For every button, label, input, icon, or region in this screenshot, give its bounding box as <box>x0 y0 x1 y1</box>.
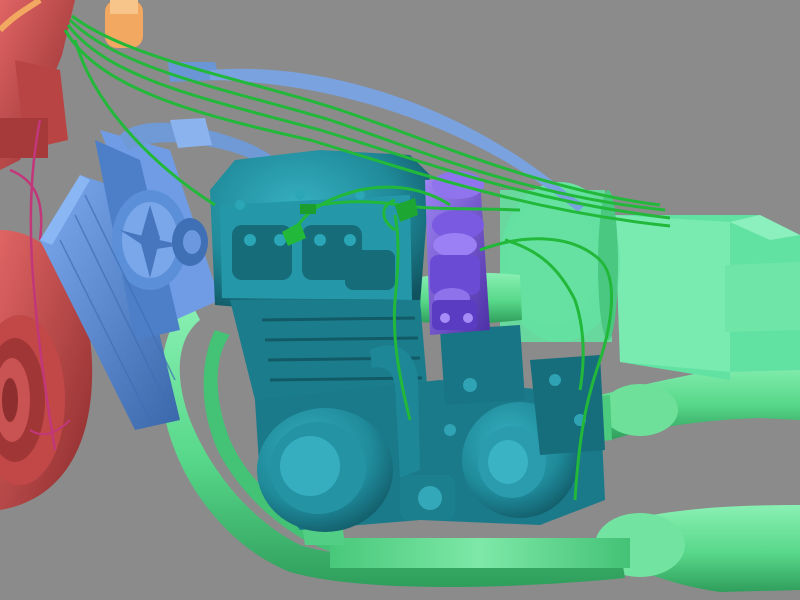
render-scene <box>0 0 800 600</box>
engine-render-image <box>0 0 800 600</box>
